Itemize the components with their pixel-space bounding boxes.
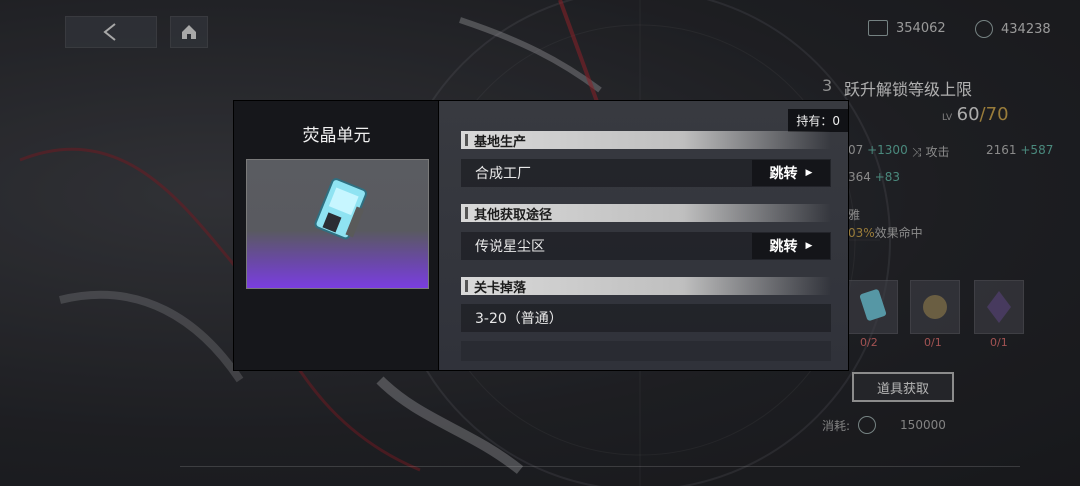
acquisition-panel[interactable]: 持有：0 基地生产 合成工厂 跳转 ▶ 其他获取途径 传说星尘区 跳转 ▶ 关卡…: [438, 100, 849, 371]
section-marker: [465, 134, 468, 146]
item-info-panel: 荧晶单元: [233, 100, 440, 371]
section-stage-drops: 关卡掉落: [461, 277, 831, 296]
stage-drop-row-partial[interactable]: [461, 341, 831, 361]
source-name: 合成工厂: [475, 166, 531, 182]
section-title: 基地生产: [474, 134, 527, 150]
jump-button[interactable]: 跳转 ▶: [752, 160, 830, 186]
play-arrow-icon: ▶: [805, 168, 813, 178]
section-marker: [465, 207, 468, 219]
section-base-production: 基地生产: [461, 131, 831, 150]
source-row-stardust-zone: 传说星尘区 跳转 ▶: [461, 232, 831, 260]
item-name: 荧晶单元: [302, 126, 371, 146]
stage-name: 3-20（普通）: [475, 311, 563, 327]
play-arrow-icon: ▶: [805, 241, 813, 251]
item-image-frame: [246, 159, 429, 289]
jump-button[interactable]: 跳转 ▶: [752, 233, 830, 259]
section-title: 其他获取途径: [474, 207, 553, 223]
stage-drop-row[interactable]: 3-20（普通）: [461, 304, 831, 332]
crystal-unit-icon: [314, 178, 367, 240]
section-marker: [465, 280, 468, 292]
section-title: 关卡掉落: [474, 280, 527, 296]
jump-label: 跳转: [769, 239, 798, 255]
source-name: 传说星尘区: [475, 239, 545, 255]
section-other-sources: 其他获取途径: [461, 204, 831, 223]
jump-label: 跳转: [769, 166, 798, 182]
source-row-synthesis-factory: 合成工厂 跳转 ▶: [461, 159, 831, 187]
hold-count-badge: 持有：0: [788, 109, 848, 132]
